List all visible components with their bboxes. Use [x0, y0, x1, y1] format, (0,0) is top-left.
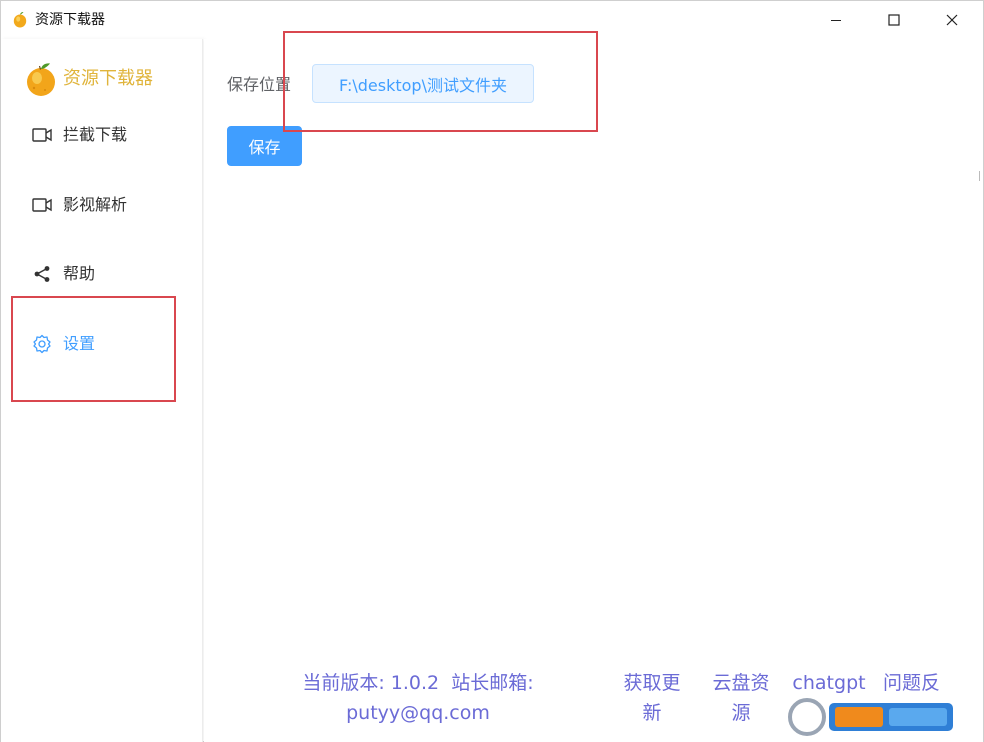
maximize-button[interactable]	[865, 1, 923, 39]
video-camera-icon	[31, 194, 53, 216]
link-line: 获取更	[623, 672, 681, 694]
share-icon	[31, 263, 53, 285]
save-button[interactable]: 保存	[227, 126, 302, 166]
version-info: 当前版本: 1.0.2 站长邮箱: putyy@qq.com	[300, 668, 536, 728]
maximize-icon	[888, 14, 900, 26]
sidebar-item-help[interactable]: 帮助	[31, 262, 95, 286]
minimize-button[interactable]	[807, 1, 865, 39]
sidebar-item-intercept-download[interactable]: 拦截下载	[31, 123, 127, 147]
link-line: 云盘资	[712, 672, 770, 694]
version-line: 当前版本: 1.0.2 站长邮箱:	[302, 672, 534, 694]
sidebar-item-settings[interactable]: 设置	[31, 332, 95, 356]
close-button[interactable]	[923, 1, 981, 39]
save-location-label: 保存位置	[227, 75, 292, 94]
brand: 资源下载器	[25, 61, 153, 97]
sidebar-item-label: 影视解析	[63, 195, 128, 214]
link-line: 问题反	[883, 672, 941, 694]
feedback-link[interactable]: 问题反	[883, 668, 949, 698]
minimize-icon	[831, 20, 841, 21]
title-bar: 资源下载器	[1, 1, 983, 39]
gear-icon	[31, 333, 53, 355]
get-update-link[interactable]: 获取更 新	[619, 668, 685, 728]
scrollbar-tick	[979, 171, 983, 181]
brand-label: 资源下载器	[63, 68, 153, 89]
link-line: 源	[731, 702, 751, 724]
close-icon	[946, 14, 958, 26]
window-title: 资源下载器	[35, 12, 105, 28]
chatgpt-link[interactable]: chatgpt	[789, 668, 869, 698]
sidebar-item-label: 帮助	[63, 264, 96, 283]
sidebar-item-label: 拦截下载	[63, 125, 128, 144]
settings-panel: 保存位置 F:\desktop\测试文件夹 保存	[204, 39, 983, 742]
app-window: 资源下载器 资源下载器 拦截下载 影视解析 帮助 设置 保存位置 F:\desk…	[0, 0, 984, 742]
sidebar-item-video-parse[interactable]: 影视解析	[31, 193, 127, 217]
orange-logo-icon	[27, 63, 55, 96]
sidebar-item-label: 设置	[63, 334, 96, 353]
link-line: 新	[642, 702, 662, 724]
sidebar: 资源下载器 拦截下载 影视解析 帮助 设置	[1, 39, 203, 742]
orange-app-icon	[13, 11, 27, 28]
save-path-field[interactable]: F:\desktop\测试文件夹	[312, 64, 534, 103]
video-camera-icon	[31, 124, 53, 146]
cloud-resource-link[interactable]: 云盘资 源	[708, 668, 774, 728]
email-line: putyy@qq.com	[346, 702, 490, 724]
